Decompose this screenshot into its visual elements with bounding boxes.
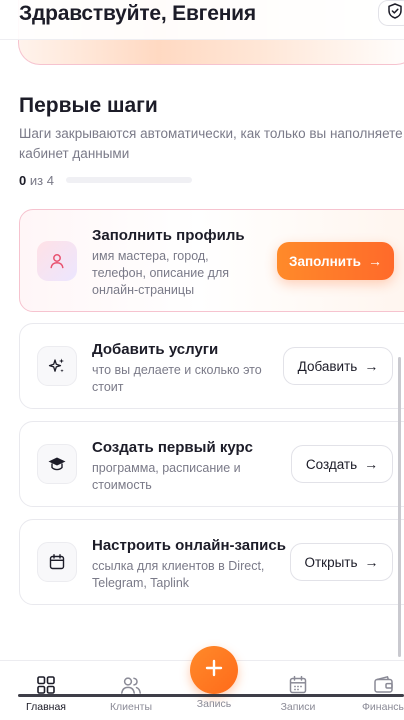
- tab-clients[interactable]: Клиенты: [95, 661, 167, 713]
- step-description: ссылка для клиентов в Direct, Telegram, …: [92, 559, 265, 590]
- add-appointment-button[interactable]: [190, 646, 238, 694]
- grid-icon: [35, 674, 57, 696]
- step-card-profile[interactable]: Заполнить профиль имя мастера, город, те…: [19, 209, 404, 312]
- step-card-booking[interactable]: Настроить онлайн-запись ссылка для клиен…: [19, 519, 404, 605]
- step-title: Заполнить профиль: [92, 227, 245, 244]
- step-title: Настроить онлайн-запись: [92, 537, 286, 554]
- tab-label: Финансы: [361, 701, 404, 713]
- progress-total: из 4: [29, 173, 54, 188]
- wallet-icon: [373, 674, 395, 696]
- button-label: Заполнить: [289, 253, 361, 269]
- arrow-right-icon: →: [364, 554, 379, 570]
- tab-appointments[interactable]: Записи: [262, 661, 334, 713]
- button-label: Добавить: [297, 358, 358, 374]
- button-label: Создать: [305, 456, 358, 472]
- progress-done: 0: [19, 173, 27, 188]
- step-description: программа, расписание и стоимость: [92, 461, 241, 492]
- tab-label: Записи: [280, 701, 316, 713]
- step-card-services[interactable]: Добавить услуги что вы делаете и сколько…: [19, 323, 404, 409]
- tab-finance[interactable]: Финансы: [348, 661, 404, 713]
- open-booking-button[interactable]: Открыть →: [290, 543, 393, 581]
- step-description: имя мастера, город, телефон, описание дл…: [92, 249, 230, 297]
- tab-home[interactable]: Главная: [10, 661, 82, 713]
- add-services-button[interactable]: Добавить →: [283, 347, 393, 385]
- shield-check-icon: [388, 2, 402, 24]
- tab-label: Клиенты: [109, 701, 153, 713]
- graduation-cap-icon: [37, 444, 77, 484]
- home-indicator: [18, 694, 404, 697]
- user-icon: [37, 241, 77, 281]
- arrow-right-icon: →: [364, 358, 379, 374]
- progress-bar: [66, 177, 192, 183]
- tab-label: Главная: [26, 701, 66, 713]
- calendar-icon: [37, 542, 77, 582]
- step-title: Создать первый курс: [92, 439, 253, 456]
- section-description: Шаги закрываются автоматически, как толь…: [19, 126, 403, 161]
- page-greeting: Здравствуйте, Евгения: [19, 2, 256, 25]
- security-button[interactable]: [378, 0, 404, 26]
- step-description: что вы делаете и сколько это стоит: [92, 363, 262, 394]
- sparkles-icon: [37, 346, 77, 386]
- create-course-button[interactable]: Создать →: [291, 445, 393, 483]
- plus-icon: [204, 658, 224, 683]
- button-label: Открыть: [304, 554, 358, 570]
- fab-label: Запись: [196, 698, 232, 710]
- calendar-icon: [287, 674, 309, 696]
- progress-counter: 0 из 4: [19, 173, 54, 188]
- section-title: Первые шаги: [19, 94, 158, 117]
- step-card-course[interactable]: Создать первый курс программа, расписани…: [19, 421, 404, 507]
- arrow-right-icon: →: [364, 456, 379, 472]
- arrow-right-icon: →: [367, 253, 382, 269]
- fill-profile-button[interactable]: Заполнить →: [277, 242, 394, 280]
- step-title: Добавить услуги: [92, 341, 219, 358]
- scrollbar-thumb[interactable]: [398, 357, 401, 657]
- users-icon: [120, 674, 142, 696]
